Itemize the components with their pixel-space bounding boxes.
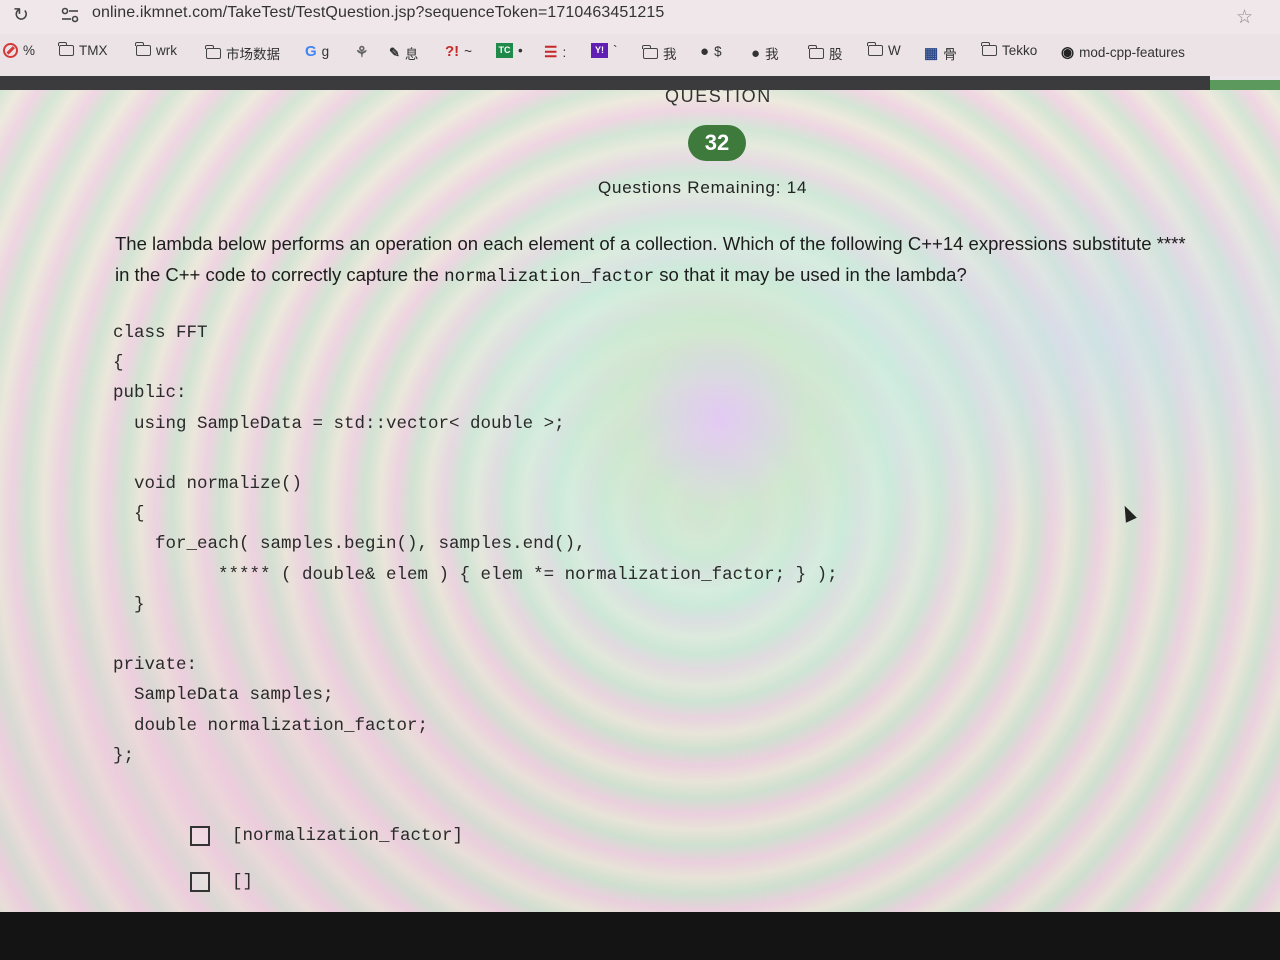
bookmark-label: 我 — [765, 47, 779, 62]
brush-icon: ✎ — [389, 45, 400, 60]
code-line: void normalize() — [113, 474, 303, 495]
code-line: SampleData samples; — [113, 685, 334, 706]
folder-icon — [205, 44, 221, 59]
code-line: } — [113, 594, 145, 615]
bookmark-label: Tekko — [1002, 43, 1038, 58]
yahoo-icon: Y! — [591, 43, 608, 58]
question-label: QUESTION — [665, 90, 772, 106]
bookmark-label: • — [518, 43, 523, 58]
code-line: using SampleData = std::vector< double >… — [113, 413, 565, 434]
reload-icon[interactable]: ↻ — [13, 4, 29, 27]
code-line: class FFT — [113, 323, 208, 343]
answer-checkbox[interactable] — [190, 826, 210, 846]
bookmark-folder[interactable]: 股 — [808, 43, 843, 63]
bookmark-folder[interactable]: 市场数据 — [205, 43, 280, 63]
bookmark-label: 骨 — [943, 47, 957, 62]
globe-icon: ● — [751, 44, 761, 62]
code-block: class FFT { public: using SampleData = s… — [113, 318, 838, 771]
question-text-part3: so that it may be used in the lambda? — [659, 264, 967, 285]
no-entry-icon — [3, 43, 18, 58]
answer-label: [] — [232, 872, 254, 892]
screen-bezel — [0, 912, 1280, 960]
bookmark-label: $ — [714, 44, 722, 59]
bookmark-item[interactable]: ● 我 — [751, 43, 779, 63]
bookmark-label: : — [562, 44, 567, 60]
answer-label: [normalization_factor] — [232, 826, 464, 846]
bookmark-item[interactable]: ▦ 骨 — [924, 43, 957, 63]
bookmark-star-icon[interactable]: ☆ — [1236, 6, 1253, 29]
bookmark-folder[interactable]: wrk — [135, 42, 177, 58]
code-line: { — [113, 353, 124, 374]
tc-icon: TC — [496, 43, 513, 58]
globe-icon: ● — [700, 43, 710, 60]
folder-icon — [867, 42, 883, 56]
folder-icon — [58, 42, 74, 56]
bookmark-item[interactable]: TC • — [496, 43, 523, 58]
bookmark-folder[interactable]: 我 — [642, 43, 677, 63]
bookmark-label: 息 — [404, 47, 419, 62]
code-line: { — [113, 504, 145, 525]
google-icon: G — [305, 43, 317, 60]
bookmark-label: g — [321, 44, 330, 59]
folder-icon — [135, 42, 151, 56]
bookmark-label: wrk — [156, 43, 177, 58]
site-info-icon[interactable] — [60, 6, 80, 24]
folder-icon — [642, 44, 658, 59]
code-line: ***** ( double& elem ) { elem *= normali… — [113, 564, 838, 585]
exclaim-icon: ?! — [445, 43, 460, 60]
code-line: for_each( samples.begin(), samples.end()… — [113, 534, 586, 555]
bookmark-item[interactable]: ?! ~ — [445, 43, 472, 60]
question-number-badge: 32 — [688, 125, 746, 161]
bookmark-label: 我 — [663, 47, 677, 62]
bookmark-folder[interactable]: TMX — [58, 42, 108, 58]
grid-icon: ▦ — [924, 45, 939, 62]
bookmark-label: mod-cpp-features — [1079, 44, 1185, 60]
bookmark-folder[interactable]: W — [867, 42, 901, 58]
code-line: double normalization_factor; — [113, 715, 429, 736]
question-text: The lambda below performs an operation o… — [115, 228, 1275, 293]
url-field[interactable]: online.ikmnet.com/TakeTest/TestQuestion.… — [92, 4, 664, 22]
question-text-part2: in the C++ code to correctly capture the — [115, 264, 439, 285]
bookmarks-bar: % TMX wrk 市场数据 G g ⚘ ✎ 息 ?! ~ TC • ☰ : Y… — [0, 34, 1280, 76]
bookmark-item[interactable]: ● $ — [700, 43, 722, 60]
answer-option[interactable]: [normalization_factor] — [190, 826, 463, 846]
question-page: QUESTION 32 Questions Remaining: 14 The … — [0, 90, 1280, 912]
code-line: private: — [113, 655, 198, 676]
code-line: }; — [113, 745, 135, 766]
mouse-cursor-icon — [1119, 503, 1137, 523]
bookmark-folder[interactable]: Tekko — [981, 42, 1038, 58]
stack-icon: ☰ — [544, 44, 558, 61]
bookmark-label: TMX — [79, 43, 108, 58]
bookmark-item[interactable]: ⚘ — [355, 43, 368, 61]
bookmark-label: 股 — [829, 47, 843, 62]
page-header-strip — [0, 76, 1210, 90]
bookmark-item[interactable]: % — [3, 43, 35, 58]
question-text-code: normalization_factor — [444, 267, 655, 287]
github-icon: ◉ — [1061, 44, 1075, 61]
answer-option[interactable]: [] — [190, 872, 253, 892]
folder-icon — [981, 42, 997, 56]
bookmark-item[interactable]: G g — [305, 43, 329, 60]
plant-icon: ⚘ — [355, 44, 369, 61]
code-line: public: — [113, 383, 187, 404]
bookmark-label: ~ — [464, 44, 473, 59]
question-text-part1: The lambda below performs an operation o… — [115, 233, 1186, 254]
bookmark-label: 市场数据 — [226, 47, 280, 62]
answer-checkbox[interactable] — [190, 872, 210, 892]
bookmark-label: W — [888, 43, 901, 58]
bookmark-item[interactable]: ◉ mod-cpp-features — [1061, 43, 1185, 61]
bookmark-item[interactable]: ☰ : — [544, 43, 566, 61]
questions-remaining: Questions Remaining: 14 — [598, 178, 808, 197]
bookmark-label: % — [23, 43, 36, 58]
bookmark-label: ` — [613, 43, 618, 58]
bookmark-item[interactable]: ✎ 息 — [389, 43, 418, 63]
bookmark-item[interactable]: Y! ` — [591, 43, 618, 58]
address-bar: ↻ online.ikmnet.com/TakeTest/TestQuestio… — [0, 0, 1280, 34]
folder-icon — [808, 44, 824, 59]
